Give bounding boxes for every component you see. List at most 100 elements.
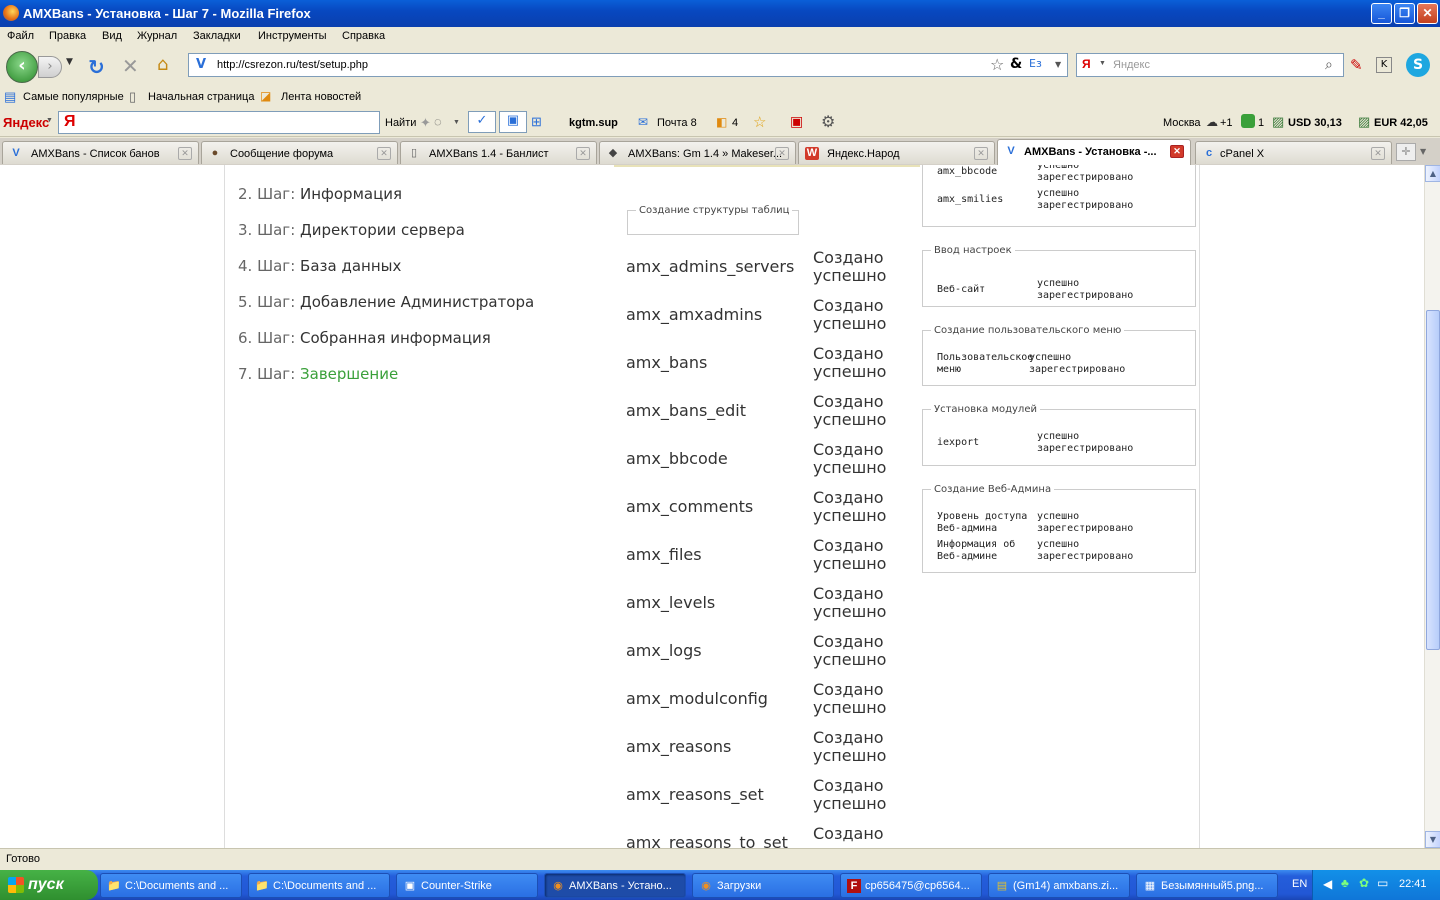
back-button[interactable]: ‹ <box>6 51 38 83</box>
tray-network-icon[interactable]: ♣ <box>1341 876 1349 890</box>
stop-icon[interactable]: ✕ <box>122 54 139 78</box>
yandex-menu-dropdown-icon[interactable]: ▼ <box>46 117 53 124</box>
close-window-button[interactable]: ✕ <box>1417 3 1438 24</box>
tab-amxbans-list[interactable]: V AMXBans - Список банов ✕ <box>2 141 199 164</box>
antivirus-icon[interactable]: ✎ <box>1350 56 1363 74</box>
tools-icon[interactable]: ⊞ <box>531 114 542 130</box>
taskbar-item-archive[interactable]: ▤ (Gm14) amxbans.zi... <box>988 873 1130 898</box>
tab-amxbans-banlist[interactable]: ▯ AMXBans 1.4 - Банлист ✕ <box>400 141 597 164</box>
tab-list-dropdown-icon[interactable]: ▼ <box>1420 147 1426 156</box>
feed-icon: ◧ <box>716 115 728 129</box>
tab-close-icon[interactable]: ✕ <box>377 147 391 160</box>
eur-rate[interactable]: EUR 42,05 <box>1374 117 1428 129</box>
bookmark-start-page[interactable]: Начальная страница <box>148 91 254 103</box>
table-status: Создано успешно <box>813 536 887 573</box>
address-bar[interactable]: V http://csrezon.ru/test/setup.php ☆ & E… <box>188 53 1068 77</box>
yandex-search-engine-icon[interactable]: Я <box>1082 57 1091 71</box>
web-admin-fieldset: Создание Веб-Админа Уровень доступа Веб-… <box>922 484 1196 573</box>
translate-page-icon[interactable]: ▣ <box>499 111 527 133</box>
table-structure-legend: Создание структуры таблиц <box>639 205 790 216</box>
yandex-brand[interactable]: Яндекс <box>3 115 49 130</box>
taskbar-item-explorer[interactable]: 📁 C:\Documents and ... <box>100 873 242 898</box>
taskbar-item-filezilla[interactable]: Fcp656475@cp6564... <box>840 873 982 898</box>
search-box[interactable]: Я ▼ Яндекс ⌕ <box>1076 53 1344 77</box>
window-title-bar[interactable]: AMXBans - Установка - Шаг 7 - Mozilla Fi… <box>0 0 1440 27</box>
chat-icon[interactable]: ◌ <box>434 114 442 129</box>
bookmark-star-icon[interactable]: ☆ <box>990 55 1004 74</box>
scroll-up-icon[interactable]: ▲ <box>1425 165 1440 182</box>
bookmark-news-feed[interactable]: Лента новостей <box>281 91 361 103</box>
new-tab-icon[interactable]: ✛ <box>1396 143 1416 161</box>
tab-close-icon[interactable]: ✕ <box>1170 145 1184 158</box>
settings-gear-icon[interactable]: ⚙ <box>821 112 835 132</box>
taskbar-item-label: Загрузки <box>717 880 762 892</box>
tab-makeserver[interactable]: ◆ AMXBans: Gm 1.4 » Makeser... ✕ <box>599 141 796 164</box>
taskbar-item-downloads[interactable]: ◉ Загрузки <box>692 873 834 898</box>
tray-icq-icon[interactable]: ✿ <box>1359 876 1369 890</box>
tray-monitor-icon[interactable]: ▭ <box>1377 876 1388 890</box>
vertical-scrollbar[interactable]: ▲ ▼ <box>1424 165 1440 848</box>
k-addon-icon[interactable]: K <box>1376 57 1392 73</box>
tab-close-icon[interactable]: ✕ <box>775 147 789 160</box>
taskbar-item-counter-strike[interactable]: ▣ Counter-Strike <box>396 873 538 898</box>
search-input[interactable]: Яндекс <box>1113 59 1150 71</box>
bookmark-popular[interactable]: Самые популярные <box>23 91 124 103</box>
tab-close-icon[interactable]: ✕ <box>576 147 590 160</box>
menu-tools[interactable]: Инструменты <box>258 30 327 42</box>
menu-file[interactable]: Файл <box>7 30 34 42</box>
weather-city[interactable]: Москва <box>1163 117 1201 129</box>
tab-forum-message[interactable]: ● Сообщение форума ✕ <box>201 141 398 164</box>
mail-count[interactable]: Почта 8 <box>657 117 697 129</box>
tab-close-icon[interactable]: ✕ <box>974 147 988 160</box>
tab-yandex-narod[interactable]: W Яндекс.Народ ✕ <box>798 141 995 164</box>
traffic-level[interactable]: 1 <box>1258 117 1264 129</box>
url-dropdown-icon[interactable]: ▼ <box>1055 60 1061 69</box>
yandex-user[interactable]: kgtm.sup <box>569 117 618 129</box>
step-number: 3. Шаг: <box>238 221 296 239</box>
table-name: amx_amxadmins <box>626 305 763 324</box>
menu-help[interactable]: Справка <box>342 30 385 42</box>
cube-icon[interactable]: ▣ <box>790 113 803 130</box>
ampersand-icon[interactable]: & <box>1010 56 1022 72</box>
table-status: Создано успешно <box>813 248 887 285</box>
reload-icon[interactable]: ↻ <box>88 55 105 79</box>
menu-history[interactable]: Журнал <box>137 30 177 42</box>
restore-button[interactable]: ❐ <box>1394 3 1415 24</box>
taskbar-item-paint[interactable]: ▦ Безымянный5.png... <box>1136 873 1278 898</box>
engine-dropdown-icon[interactable]: ▼ <box>1099 60 1106 67</box>
menu-view[interactable]: Вид <box>102 30 122 42</box>
minimize-button[interactable]: _ <box>1371 3 1392 24</box>
tab-close-icon[interactable]: ✕ <box>178 147 192 160</box>
yandex-find-button[interactable]: Найти <box>385 117 416 129</box>
translate-icon[interactable]: Eз <box>1029 57 1042 70</box>
yandex-search-input[interactable]: Я <box>58 111 380 134</box>
tab-cpanel[interactable]: c cPanel X ✕ <box>1195 141 1392 164</box>
step-number: 4. Шаг: <box>238 257 296 275</box>
home-icon[interactable]: ⌂ <box>157 54 168 75</box>
menu-edit[interactable]: Правка <box>49 30 86 42</box>
start-button[interactable]: пуск <box>0 870 98 900</box>
feed-count[interactable]: 4 <box>732 117 738 129</box>
taskbar-item-explorer[interactable]: 📁 C:\Documents and ... <box>248 873 390 898</box>
chat-dropdown-icon[interactable]: ▼ <box>453 119 460 126</box>
tray-back-icon[interactable]: ◀ <box>1323 877 1332 891</box>
spellcheck-icon[interactable]: ✓ <box>468 111 496 133</box>
weather-temp[interactable]: +1 <box>1220 117 1233 129</box>
input-language[interactable]: EN <box>1292 878 1307 890</box>
tab-close-icon[interactable]: ✕ <box>1371 147 1385 160</box>
history-dropdown-icon[interactable]: ▼ <box>66 57 73 67</box>
favorites-star-icon[interactable]: ☆ <box>753 113 766 131</box>
highlight-icon[interactable]: ✦ <box>420 115 431 131</box>
forward-button[interactable]: › <box>38 56 62 78</box>
search-icon[interactable]: ⌕ <box>1325 56 1333 73</box>
tab-amxbans-setup[interactable]: V AMXBans - Установка -... ✕ <box>997 139 1191 165</box>
clock[interactable]: 22:41 <box>1399 878 1427 890</box>
usd-rate[interactable]: USD 30,13 <box>1288 117 1342 129</box>
skype-icon[interactable]: S <box>1406 53 1430 77</box>
scroll-down-icon[interactable]: ▼ <box>1425 831 1440 848</box>
taskbar-item-firefox[interactable]: ◉ AMXBans - Устано... <box>544 873 686 898</box>
menu-bookmarks[interactable]: Закладки <box>193 30 241 42</box>
tab-favicon: V <box>1007 145 1015 157</box>
scroll-thumb[interactable] <box>1426 310 1440 650</box>
traffic-icon <box>1241 114 1255 128</box>
